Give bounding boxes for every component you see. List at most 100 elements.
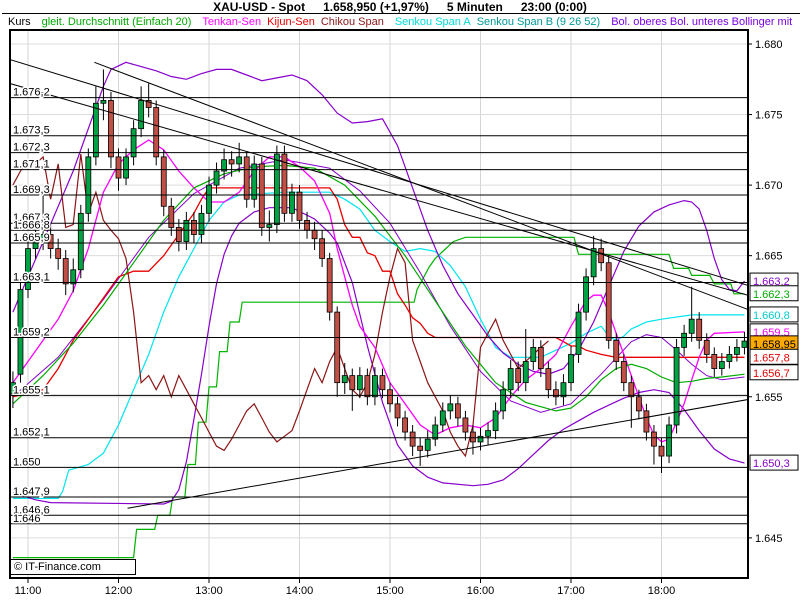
candle-up bbox=[493, 411, 498, 431]
candle-up bbox=[727, 354, 732, 361]
candle-up bbox=[86, 157, 91, 213]
series-senkou-span-a bbox=[13, 192, 745, 498]
copyright-label: © IT-Finance.com bbox=[10, 559, 136, 575]
candle-down bbox=[599, 249, 604, 263]
candle-down bbox=[259, 164, 264, 227]
trendline-ascending-1[interactable] bbox=[128, 400, 748, 509]
candle-down bbox=[629, 383, 634, 397]
candle-up bbox=[667, 425, 672, 456]
candle-down bbox=[395, 404, 400, 418]
candle-up bbox=[372, 376, 377, 397]
candle-up bbox=[448, 404, 453, 411]
series-senkou-span-b bbox=[13, 237, 745, 557]
level-label: 1.647,9 bbox=[13, 486, 50, 498]
price-chart[interactable]: 11:0012:0013:0014:0015:0016:0017:0018:00… bbox=[0, 0, 800, 600]
level-label: 1.666,8 bbox=[13, 219, 50, 231]
candle-down bbox=[636, 397, 641, 411]
candle-down bbox=[455, 404, 460, 418]
level-label: 1.646 bbox=[13, 513, 41, 525]
candle-down bbox=[320, 239, 325, 259]
candle-up bbox=[342, 376, 347, 383]
price-tick-label: 1.675 bbox=[755, 110, 783, 122]
candle-up bbox=[742, 341, 747, 347]
candle-down bbox=[470, 432, 475, 442]
candle-up bbox=[124, 157, 129, 178]
price-box-value: 1.650,3 bbox=[753, 458, 790, 470]
candle-down bbox=[403, 418, 408, 432]
candle-down bbox=[116, 157, 121, 178]
candle-up bbox=[478, 436, 483, 442]
candle-up bbox=[568, 354, 573, 382]
candle-up bbox=[357, 376, 362, 390]
candle-down bbox=[463, 418, 468, 432]
candle-up bbox=[576, 312, 581, 354]
candle-down bbox=[614, 340, 619, 361]
candle-up bbox=[508, 369, 513, 390]
candle-down bbox=[244, 157, 249, 199]
candle-up bbox=[214, 171, 219, 185]
candle-up bbox=[71, 270, 76, 284]
series-sma-20 bbox=[13, 165, 745, 411]
level-label: 1.659,2 bbox=[13, 327, 50, 339]
candle-down bbox=[516, 369, 521, 383]
price-box-value: 1.660,8 bbox=[753, 310, 790, 322]
candle-down bbox=[365, 376, 370, 397]
candle-up bbox=[274, 154, 279, 225]
candle-up bbox=[591, 249, 596, 277]
level-label: 1.650 bbox=[13, 456, 41, 468]
grid-layer bbox=[11, 31, 747, 577]
candle-up bbox=[523, 361, 528, 382]
level-label: 1.655,1 bbox=[13, 384, 50, 396]
x-axis: 11:0012:0013:0014:0015:0016:0017:0018:00 bbox=[15, 578, 676, 597]
candle-up bbox=[501, 390, 506, 411]
level-label: 1.669,3 bbox=[13, 184, 50, 196]
candle-down bbox=[644, 411, 649, 432]
candle-down bbox=[312, 230, 317, 238]
candle-up bbox=[206, 185, 211, 213]
candle-down bbox=[161, 157, 166, 206]
levels-layer bbox=[10, 60, 748, 524]
price-tick-label: 1.670 bbox=[755, 180, 783, 192]
price-box-value: 1.662,3 bbox=[753, 289, 790, 301]
candles-layer bbox=[10, 69, 747, 473]
candle-down bbox=[297, 192, 302, 220]
candle-down bbox=[606, 263, 611, 341]
level-label: 1.652,1 bbox=[13, 427, 50, 439]
price-tick-label: 1.645 bbox=[755, 533, 783, 545]
candle-down bbox=[387, 390, 392, 404]
candle-up bbox=[734, 347, 739, 354]
price-tick-label: 1.680 bbox=[755, 39, 783, 51]
level-label: 1.672,3 bbox=[13, 142, 50, 154]
candle-down bbox=[712, 354, 717, 368]
candle-down bbox=[191, 220, 196, 234]
candle-up bbox=[719, 361, 724, 368]
level-label: 1.673,5 bbox=[13, 125, 50, 137]
candle-up bbox=[561, 383, 566, 397]
candle-down bbox=[704, 340, 709, 354]
candle-up bbox=[440, 411, 445, 425]
candle-up bbox=[674, 347, 679, 425]
candle-up bbox=[486, 431, 491, 437]
level-label: 1.676,2 bbox=[13, 87, 50, 99]
candle-up bbox=[237, 157, 242, 164]
candle-down bbox=[418, 446, 423, 450]
candle-up bbox=[199, 213, 204, 234]
candle-down bbox=[56, 249, 61, 259]
time-label: 15:00 bbox=[376, 585, 404, 597]
time-label: 17:00 bbox=[557, 585, 585, 597]
trading-app-window: XAU-USD - Spot 1.658,950 (+1,97%) 5 Minu… bbox=[0, 0, 800, 600]
candle-up bbox=[682, 333, 687, 347]
time-label: 18:00 bbox=[648, 585, 676, 597]
candle-down bbox=[176, 227, 181, 241]
price-box-value: 1.657,8 bbox=[753, 352, 790, 364]
time-label: 12:00 bbox=[105, 585, 133, 597]
candle-down bbox=[350, 376, 355, 390]
candle-down bbox=[154, 107, 159, 156]
candle-down bbox=[327, 258, 332, 312]
candle-down bbox=[305, 220, 310, 230]
candle-up bbox=[139, 100, 144, 128]
series-bollinger-middle bbox=[13, 160, 745, 413]
time-label: 13:00 bbox=[195, 585, 223, 597]
level-label: 1.663,1 bbox=[13, 271, 50, 283]
candle-down bbox=[229, 160, 234, 164]
